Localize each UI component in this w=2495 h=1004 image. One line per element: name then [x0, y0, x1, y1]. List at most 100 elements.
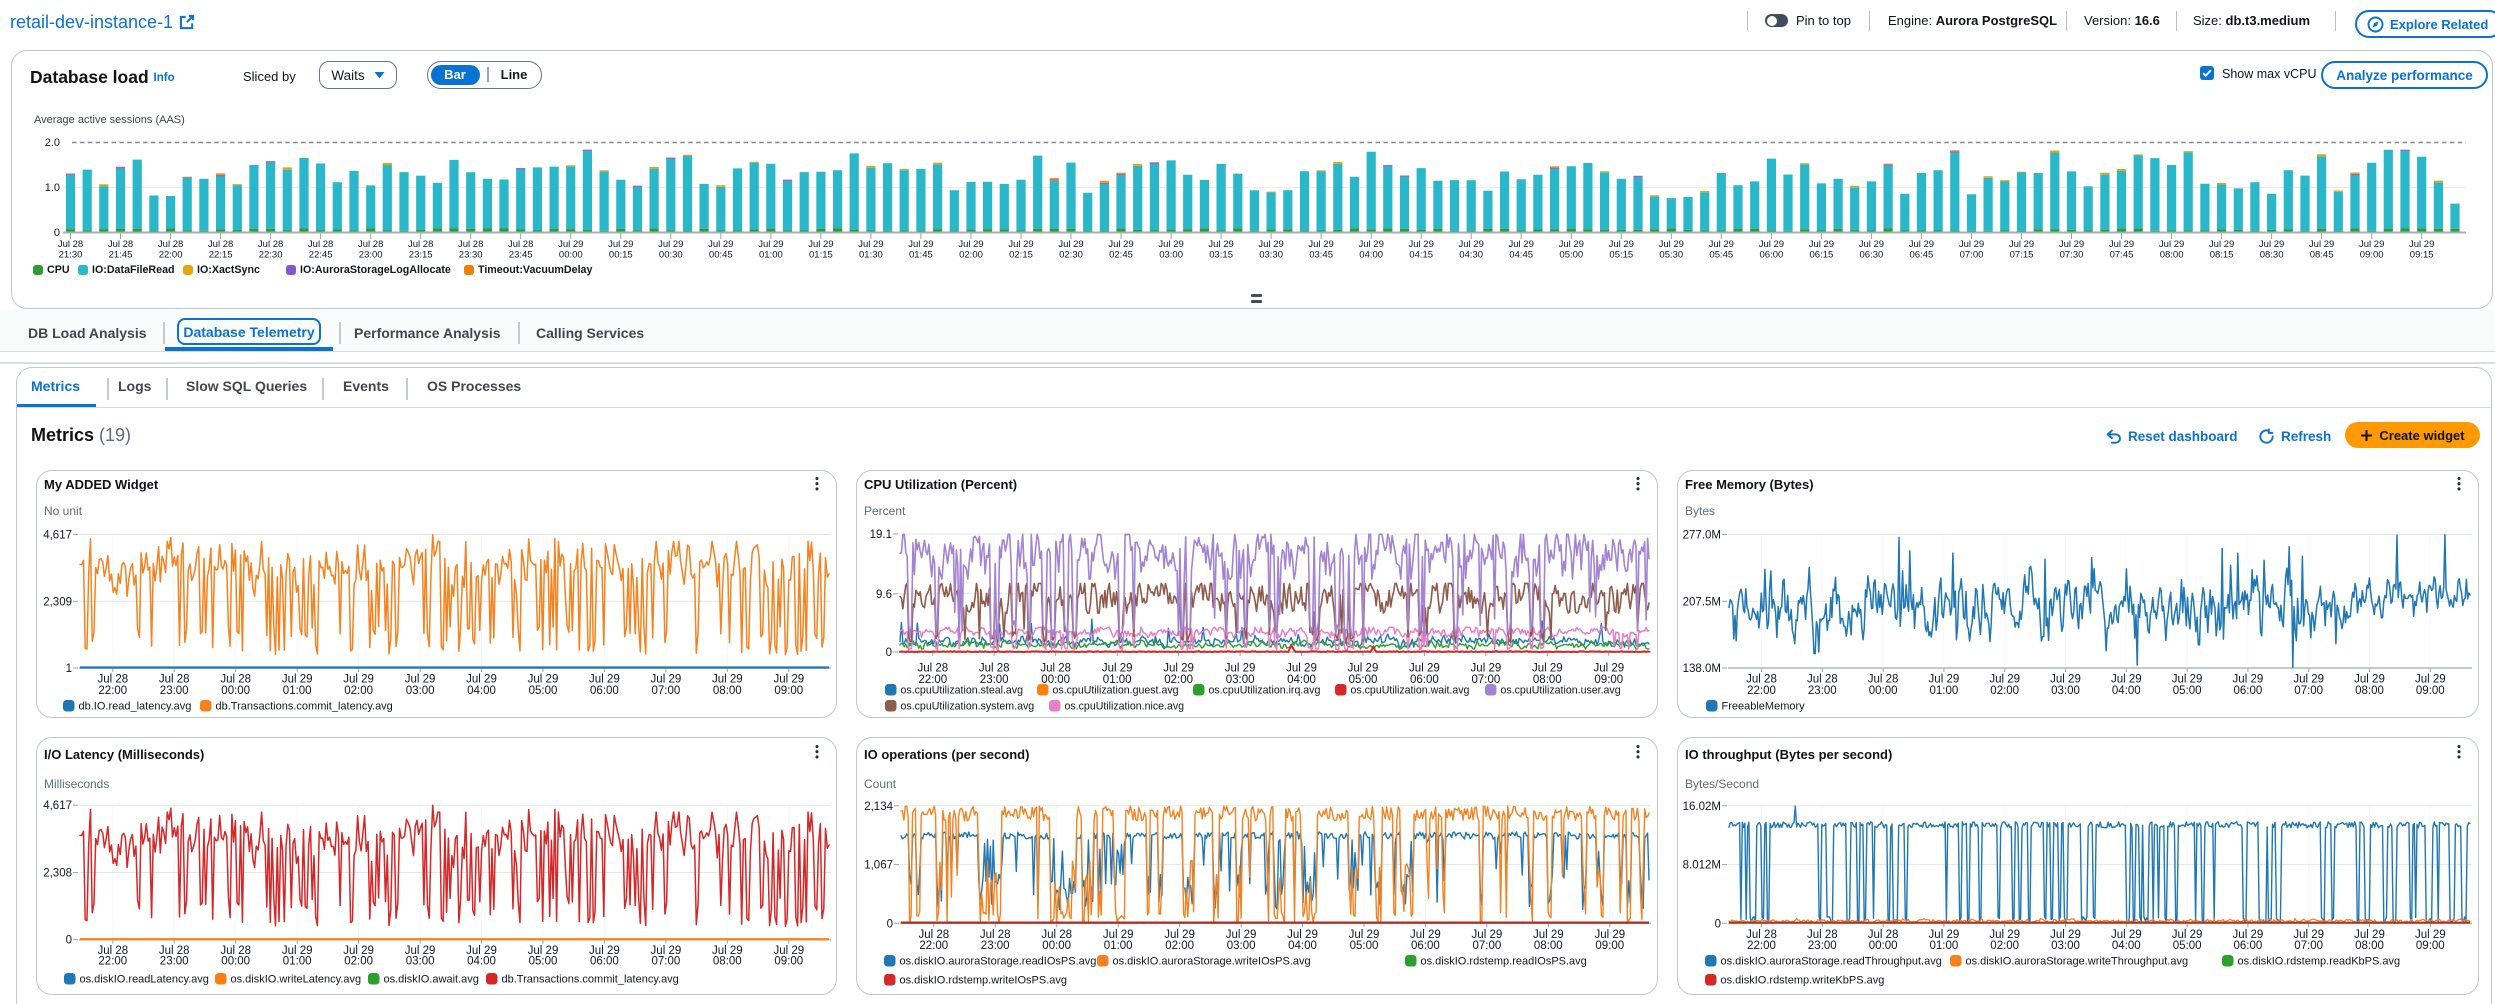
- svg-text:My ADDED Widget: My ADDED Widget: [44, 477, 159, 492]
- svg-text:os.cpuUtilization.nice.avg: os.cpuUtilization.nice.avg: [1065, 701, 1185, 713]
- svg-text:08:00: 08:00: [2160, 250, 2184, 261]
- svg-text:Jul 28: Jul 28: [917, 663, 948, 675]
- svg-text:22:00: 22:00: [98, 956, 127, 968]
- svg-text:Jul 28: Jul 28: [159, 674, 190, 686]
- svg-text:Jul 29: Jul 29: [466, 674, 497, 686]
- svg-text:07:00: 07:00: [1960, 250, 1984, 261]
- svg-text:Bytes: Bytes: [1685, 504, 1715, 518]
- svg-text:Percent: Percent: [864, 504, 906, 518]
- svg-text:Jul 29: Jul 29: [1102, 663, 1133, 675]
- svg-text:Jul 29: Jul 29: [2050, 674, 2081, 686]
- svg-text:Jul 29: Jul 29: [608, 239, 633, 250]
- svg-text:05:00: 05:00: [529, 685, 558, 697]
- svg-text:db.Transactions.commit_latency: db.Transactions.commit_latency.avg: [502, 974, 679, 986]
- svg-text:05:00: 05:00: [529, 956, 558, 968]
- svg-text:05:45: 05:45: [1709, 250, 1733, 261]
- svg-text:Jul 28: Jul 28: [1807, 674, 1838, 686]
- svg-text:02:00: 02:00: [1990, 940, 2019, 952]
- svg-text:23:00: 23:00: [1808, 685, 1837, 697]
- svg-text:Jul 29: Jul 29: [1509, 239, 1534, 250]
- svg-text:os.diskIO.auroraStorage.writeT: os.diskIO.auroraStorage.writeThroughput.…: [1966, 956, 2189, 968]
- svg-text:Jul 29: Jul 29: [1308, 239, 1333, 250]
- svg-text:Jul 29: Jul 29: [405, 674, 436, 686]
- svg-text:Jul 29: Jul 29: [1809, 239, 1834, 250]
- svg-text:03:00: 03:00: [1227, 940, 1256, 952]
- svg-text:Jul 28: Jul 28: [358, 239, 383, 250]
- svg-text:Jul 29: Jul 29: [1008, 239, 1033, 250]
- svg-text:2,134: 2,134: [864, 801, 893, 813]
- svg-text:I/O Latency (Milliseconds): I/O Latency (Milliseconds): [44, 747, 204, 762]
- svg-text:22:00: 22:00: [919, 940, 948, 952]
- svg-text:207.5M: 207.5M: [1683, 596, 1721, 608]
- svg-text:Jul 29: Jul 29: [1158, 239, 1183, 250]
- svg-text:07:00: 07:00: [1473, 940, 1502, 952]
- svg-text:Jul 29: Jul 29: [2233, 674, 2264, 686]
- svg-text:06:00: 06:00: [1411, 940, 1440, 952]
- svg-text:01:00: 01:00: [283, 956, 312, 968]
- svg-text:22:45: 22:45: [309, 250, 333, 261]
- svg-text:Jul 29: Jul 29: [1609, 239, 1634, 250]
- svg-text:22:00: 22:00: [98, 685, 127, 697]
- svg-text:09:00: 09:00: [774, 956, 803, 968]
- svg-text:00:00: 00:00: [221, 956, 250, 968]
- svg-text:Jul 28: Jul 28: [1868, 674, 1899, 686]
- svg-text:03:15: 03:15: [1209, 250, 1233, 261]
- svg-text:01:00: 01:00: [1930, 940, 1959, 952]
- svg-text:00:30: 00:30: [659, 250, 683, 261]
- svg-text:IO operations (per second): IO operations (per second): [864, 747, 1029, 762]
- svg-text:Jul 28: Jul 28: [97, 674, 128, 686]
- svg-text:Jul 28: Jul 28: [108, 239, 133, 250]
- svg-text:Jul 29: Jul 29: [2293, 674, 2324, 686]
- svg-text:23:00: 23:00: [160, 956, 189, 968]
- svg-text:01:00: 01:00: [1930, 685, 1959, 697]
- svg-text:Jul 29: Jul 29: [2259, 239, 2284, 250]
- svg-text:Jul 29: Jul 29: [1532, 663, 1563, 675]
- svg-text:08:30: 08:30: [2260, 250, 2284, 261]
- svg-text:Jul 28: Jul 28: [508, 239, 533, 250]
- svg-text:os.cpuUtilization.steal.avg: os.cpuUtilization.steal.avg: [901, 685, 1024, 697]
- svg-text:os.diskIO.auroraStorage.readIO: os.diskIO.auroraStorage.readIOsPS.avg: [900, 956, 1097, 968]
- svg-text:Jul 29: Jul 29: [658, 239, 683, 250]
- svg-text:07:00: 07:00: [1472, 674, 1501, 686]
- svg-text:06:00: 06:00: [2234, 685, 2263, 697]
- svg-text:Jul 29: Jul 29: [1859, 239, 1884, 250]
- svg-text:Jul 29: Jul 29: [1409, 663, 1440, 675]
- svg-text:09:00: 09:00: [774, 685, 803, 697]
- svg-text:23:15: 23:15: [409, 250, 433, 261]
- svg-text:16.02M: 16.02M: [1683, 801, 1721, 813]
- svg-text:Jul 29: Jul 29: [1459, 239, 1484, 250]
- svg-text:1,067: 1,067: [864, 860, 893, 872]
- svg-text:08:00: 08:00: [2355, 940, 2384, 952]
- svg-text:06:00: 06:00: [1760, 250, 1784, 261]
- svg-text:Jul 29: Jul 29: [758, 239, 783, 250]
- svg-text:8.012M: 8.012M: [1683, 860, 1721, 872]
- svg-text:Jul 29: Jul 29: [528, 674, 559, 686]
- svg-text:22:30: 22:30: [259, 250, 283, 261]
- svg-text:No unit: No unit: [44, 504, 83, 518]
- svg-text:02:00: 02:00: [344, 956, 373, 968]
- svg-text:Jul 28: Jul 28: [258, 239, 283, 250]
- svg-text:Jul 29: Jul 29: [908, 239, 933, 250]
- svg-text:os.diskIO.rdstemp.readIOsPS.av: os.diskIO.rdstemp.readIOsPS.avg: [1421, 956, 1587, 968]
- svg-text:1.0: 1.0: [45, 182, 60, 194]
- svg-text:2,308: 2,308: [43, 868, 72, 880]
- svg-text:08:00: 08:00: [2355, 685, 2384, 697]
- svg-text:Jul 29: Jul 29: [2111, 674, 2142, 686]
- svg-text:db.Transactions.commit_latency: db.Transactions.commit_latency.avg: [216, 701, 393, 713]
- svg-text:04:15: 04:15: [1409, 250, 1433, 261]
- svg-text:Jul 29: Jul 29: [1409, 239, 1434, 250]
- svg-text:os.cpuUtilization.irq.avg: os.cpuUtilization.irq.avg: [1209, 685, 1321, 697]
- svg-text:08:45: 08:45: [2310, 250, 2334, 261]
- svg-text:00:00: 00:00: [1869, 685, 1898, 697]
- svg-text:09:00: 09:00: [2416, 940, 2445, 952]
- svg-text:Jul 29: Jul 29: [1909, 239, 1934, 250]
- svg-text:Jul 29: Jul 29: [1929, 674, 1960, 686]
- svg-text:07:45: 07:45: [2110, 250, 2134, 261]
- svg-text:00:45: 00:45: [709, 250, 733, 261]
- svg-text:Jul 29: Jul 29: [2415, 674, 2446, 686]
- svg-text:23:00: 23:00: [359, 250, 383, 261]
- svg-text:04:00: 04:00: [2112, 685, 2141, 697]
- svg-text:05:30: 05:30: [1659, 250, 1683, 261]
- svg-text:22:00: 22:00: [159, 250, 183, 261]
- svg-text:Jul 29: Jul 29: [589, 674, 620, 686]
